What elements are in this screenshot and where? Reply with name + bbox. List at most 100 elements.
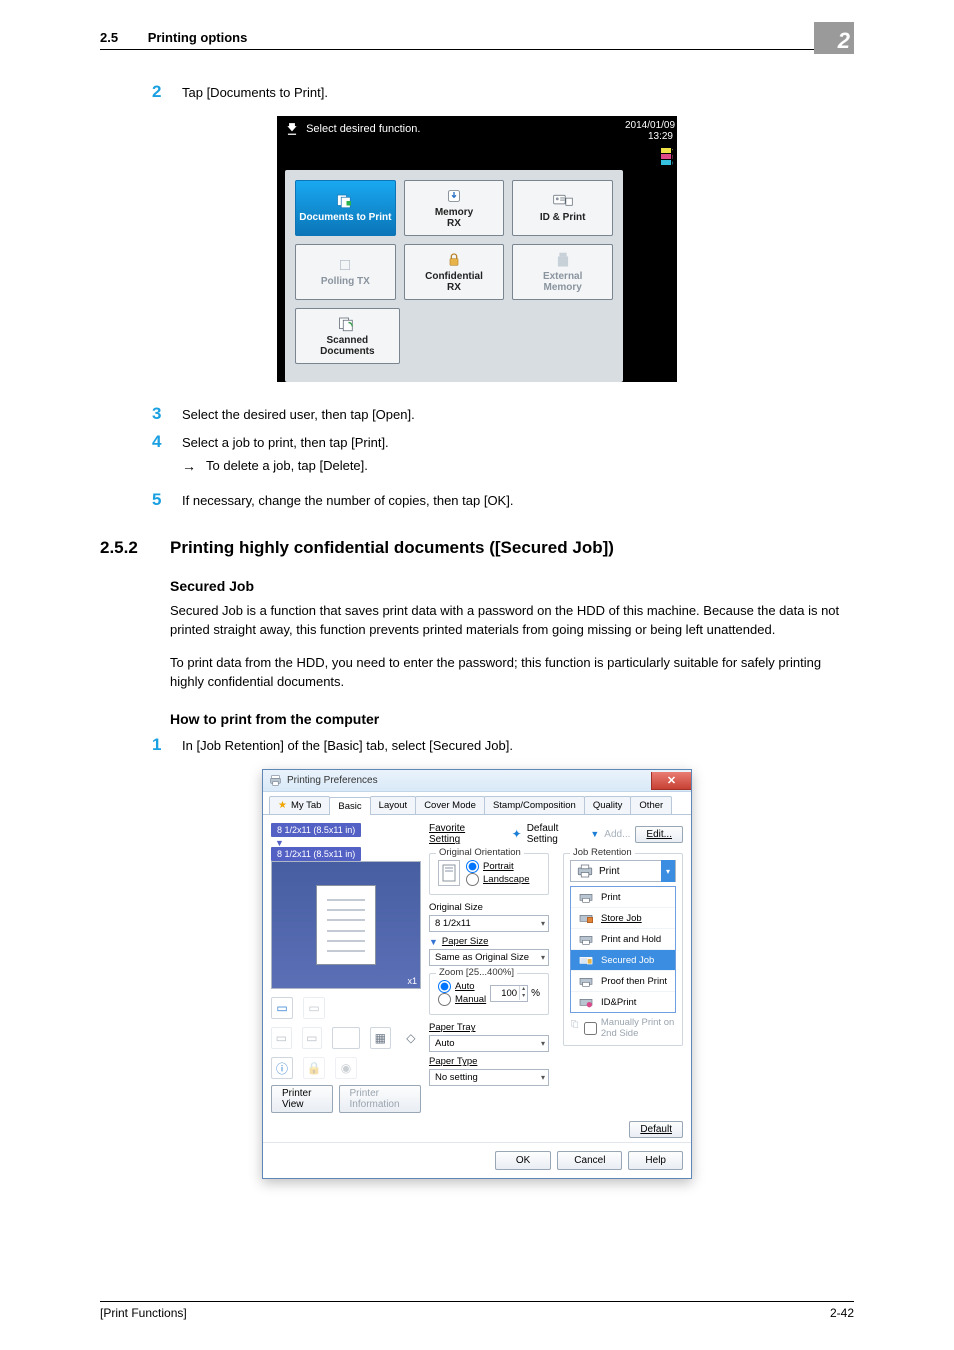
preview-tool-lock-icon[interactable]: 🔒 [303, 1057, 325, 1079]
mfp-datetime: 2014/01/09 13:29 [625, 120, 673, 142]
printer-small-icon [575, 863, 595, 879]
step-3-text: Select the desired user, then tap [Open]… [182, 404, 415, 422]
printer-icon [269, 774, 282, 787]
paper-size-select[interactable]: Same as Original Size▾ [429, 949, 549, 966]
toner-indicator: Y M C [625, 148, 673, 170]
mfp-header-text: Select desired function. [306, 123, 420, 135]
preview-tool-4-icon[interactable]: ▭ [302, 1027, 323, 1049]
tab-stamp-composition[interactable]: Stamp/Composition [484, 796, 585, 814]
tab-basic[interactable]: Basic [329, 797, 370, 815]
preview-tool-info-icon[interactable]: ⓘ [271, 1057, 293, 1079]
step-5-number: 5 [152, 490, 182, 510]
dialog-tabs: ★My Tab Basic Layout Cover Mode Stamp/Co… [263, 792, 691, 815]
zoom-auto-radio[interactable]: Auto [438, 980, 486, 993]
preview-tool-3-icon[interactable]: ▭ [271, 1027, 292, 1049]
manual-2nd-side-checkbox[interactable]: Manually Print on 2nd Side [584, 1017, 676, 1039]
howto-step-1-text: In [Job Retention] of the [Basic] tab, s… [182, 735, 513, 753]
tile-polling-tx[interactable]: Polling TX [295, 244, 396, 300]
step-3-number: 3 [152, 404, 182, 424]
polling-tx-icon [337, 257, 353, 273]
original-size-label: Original Size [429, 902, 549, 913]
favorite-setting-label: Favorite Setting [429, 823, 492, 845]
subsection-number: 2.5.2 [100, 538, 170, 558]
subsection-title: Printing highly confidential documents (… [170, 538, 614, 558]
secured-job-para-1: Secured Job is a function that saves pri… [170, 602, 854, 640]
chapter-marker: 2 [814, 22, 854, 54]
chevron-down-icon[interactable]: ▼ [590, 829, 599, 839]
printer-view-button[interactable]: Printer View [271, 1085, 333, 1113]
tile-documents-to-print[interactable]: Documents to Print [295, 180, 396, 236]
help-button[interactable]: Help [628, 1151, 683, 1170]
portrait-radio[interactable]: Portrait [466, 860, 529, 873]
step-4-number: 4 [152, 432, 182, 452]
preview-tool-calendar-icon[interactable]: ▦ [370, 1027, 391, 1049]
dialog-title: Printing Preferences [287, 775, 378, 786]
arrow-icon: → [182, 458, 196, 474]
secured-job-para-2: To print data from the HDD, you need to … [170, 654, 854, 692]
paper-tray-select[interactable]: Auto▾ [429, 1035, 549, 1052]
scanned-docs-icon [338, 316, 356, 332]
jr-option-proof-then-print[interactable]: Proof then Print [571, 971, 675, 992]
memory-rx-icon [446, 188, 462, 204]
favorite-setting-value[interactable]: Default Setting [527, 823, 586, 845]
preview-tool-tag-icon[interactable]: ◇ [401, 1027, 421, 1049]
add-favorite-button[interactable]: Add... [604, 829, 630, 840]
default-button[interactable]: Default [629, 1121, 683, 1138]
step-2-number: 2 [152, 82, 182, 102]
paper-size-chip-top: 8 1/2x11 (8.5x11 in) [271, 823, 361, 837]
cancel-button[interactable]: Cancel [557, 1151, 622, 1170]
star-icon: ★ [278, 800, 287, 811]
section-number: 2.5 [100, 30, 118, 45]
preview-tool-1-icon[interactable]: ▭ [271, 997, 293, 1019]
landscape-radio[interactable]: Landscape [466, 873, 529, 886]
mfp-panel-screenshot: Select desired function. 2014/01/09 13:2… [277, 116, 677, 382]
preview-tool-2-icon[interactable]: ▭ [303, 997, 325, 1019]
jr-option-secured-job[interactable]: Secured Job [571, 950, 675, 971]
job-retention-group: Job Retention Print ▾ [563, 853, 683, 1046]
driver-dialog-screenshot: Printing Preferences ✕ ★My Tab Basic Lay… [262, 769, 692, 1179]
paper-type-label: Paper Type [429, 1056, 549, 1067]
tile-confidential-rx[interactable]: ConfidentialRX [404, 244, 505, 300]
zoom-manual-radio[interactable]: Manual [438, 993, 486, 1006]
tab-other[interactable]: Other [630, 796, 672, 814]
tab-quality[interactable]: Quality [584, 796, 632, 814]
tab-my-tab[interactable]: ★My Tab [269, 796, 330, 814]
preview-tool-globe-icon[interactable]: ◉ [335, 1057, 357, 1079]
zoom-group: Zoom [25...400%] Auto Manual [429, 973, 549, 1015]
orientation-preview-icon [438, 860, 460, 886]
footer-page-number: 2-42 [830, 1306, 854, 1320]
job-retention-dropdown: Print Store Job Print and Hold [570, 886, 676, 1013]
chevron-down-icon[interactable]: ▾ [661, 860, 675, 882]
howto-step-1-number: 1 [152, 735, 182, 755]
zoom-percent-label: % [531, 988, 540, 999]
page-preview: x1 [271, 861, 421, 989]
original-size-select[interactable]: 8 1/2x11▾ [429, 915, 549, 932]
jr-option-print-and-hold[interactable]: Print and Hold [571, 929, 675, 950]
jr-option-store-job[interactable]: Store Job [571, 908, 675, 929]
favorite-star-icon: ✦ [512, 827, 522, 841]
step-4-text: Select a job to print, then tap [Print]. [182, 432, 389, 450]
paper-type-select[interactable]: No setting▾ [429, 1069, 549, 1086]
secured-job-heading: Secured Job [170, 578, 854, 594]
edit-favorite-button[interactable]: Edit... [635, 826, 683, 843]
external-memory-icon [557, 252, 569, 268]
tile-id-and-print[interactable]: ID & Print [512, 180, 613, 236]
ok-button[interactable]: OK [495, 1151, 551, 1170]
tile-memory-rx[interactable]: MemoryRX [404, 180, 505, 236]
id-print-icon [553, 194, 573, 208]
jr-option-id-and-print[interactable]: ID&Print [571, 992, 675, 1012]
tab-cover-mode[interactable]: Cover Mode [415, 796, 485, 814]
footer-left: [Print Functions] [100, 1306, 187, 1320]
close-button[interactable]: ✕ [651, 772, 691, 790]
job-retention-select[interactable]: Print ▾ [570, 860, 676, 882]
zoom-value-input[interactable]: ▴▾ [490, 985, 528, 1002]
jr-option-print[interactable]: Print [571, 887, 675, 908]
step-4-sub-text: To delete a job, tap [Delete]. [206, 458, 368, 473]
lock-icon [446, 252, 462, 268]
tile-scanned-documents[interactable]: ScannedDocuments [295, 308, 400, 364]
tile-external-memory[interactable]: ExternalMemory [512, 244, 613, 300]
tab-layout[interactable]: Layout [370, 796, 417, 814]
printer-information-button[interactable]: Printer Information [339, 1085, 421, 1113]
copies-indicator: x1 [407, 976, 417, 986]
documents-icon [336, 193, 354, 209]
